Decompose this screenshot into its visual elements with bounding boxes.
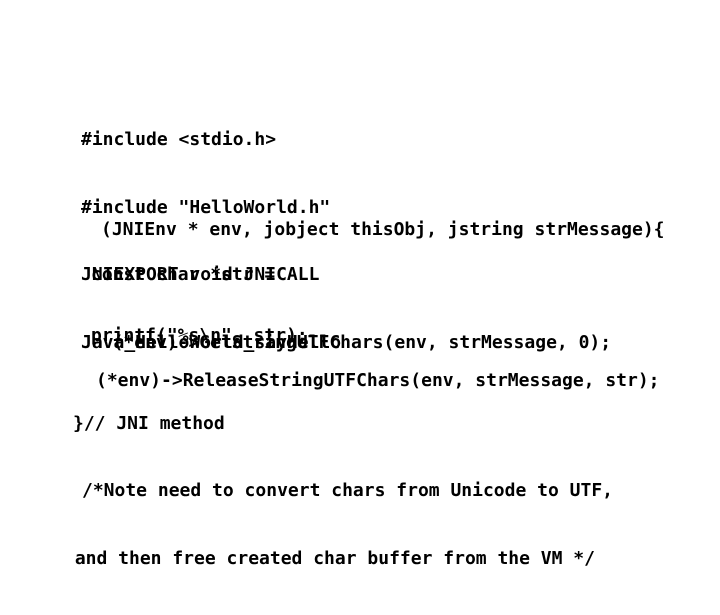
code-line-note-first: /*Note need to convert chars from Unicod…: [82, 480, 614, 501]
code-listing: #include <stdio.h> #include "HelloWorld.…: [0, 0, 720, 569]
slide: #include <stdio.h> #include "HelloWorld.…: [0, 0, 720, 569]
code-block-note-comment: /*Note need to convert chars from Unicod…: [75, 435, 614, 615]
code-line-note-second: and then free created char buffer from t…: [74, 547, 595, 569]
code-line-closing-brace-comment: }// JNI method: [73, 413, 225, 434]
code-line-include-stdio: #include <stdio.h>: [81, 129, 277, 150]
